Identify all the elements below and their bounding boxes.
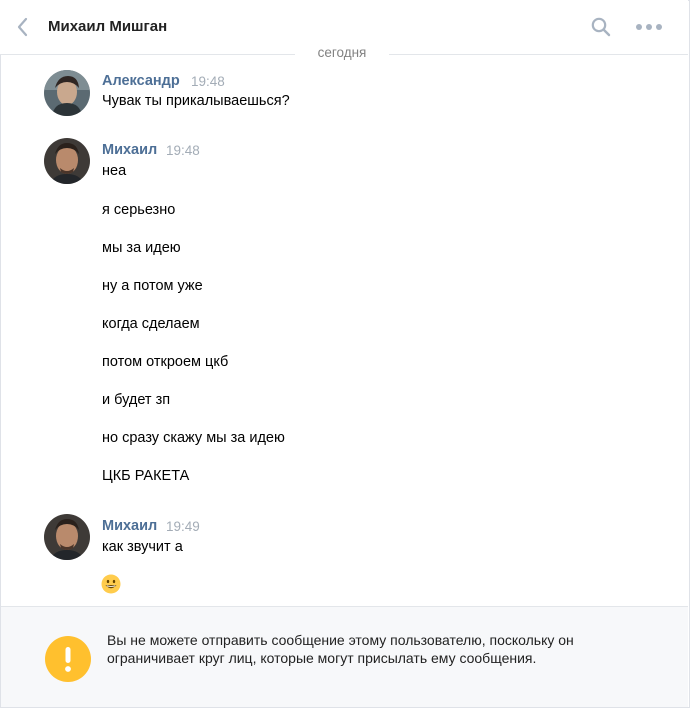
avatar[interactable] bbox=[44, 70, 90, 116]
search-icon[interactable] bbox=[590, 16, 612, 38]
grinning-face-icon bbox=[101, 574, 121, 594]
message-text: потом откроем цкб bbox=[102, 354, 229, 370]
message-text: когда сделаем bbox=[102, 316, 200, 332]
warning-icon bbox=[45, 636, 91, 682]
message-author[interactable]: Михаил bbox=[102, 518, 157, 534]
notice-text: Вы не можете отправить сообщение этому п… bbox=[107, 632, 574, 666]
message-time: 19:49 bbox=[166, 519, 200, 534]
avatar[interactable] bbox=[44, 138, 90, 184]
message-text: как звучит а bbox=[102, 539, 183, 555]
message-text: и будет зп bbox=[102, 392, 171, 408]
message-text: мы за идею bbox=[102, 240, 181, 256]
more-horizontal-icon[interactable] bbox=[634, 18, 664, 36]
message-text: я серьезно bbox=[102, 202, 176, 218]
message-text: Чувак ты прикалываешься? bbox=[102, 93, 290, 109]
message-author[interactable]: Михаил bbox=[102, 142, 157, 158]
message-time: 19:48 bbox=[191, 74, 225, 89]
chevron-left-icon[interactable] bbox=[14, 16, 32, 38]
message-time: 19:48 bbox=[166, 143, 200, 158]
message-text: но сразу скажу мы за идею bbox=[102, 430, 285, 446]
avatar[interactable] bbox=[44, 514, 90, 560]
chat-title[interactable]: Михаил Мишган bbox=[48, 18, 167, 35]
message-text: ЦКБ РАКЕТА bbox=[102, 468, 190, 484]
message-text: неа bbox=[102, 163, 127, 179]
date-separator: сегодня bbox=[295, 45, 389, 65]
restriction-notice: Вы не можете отправить сообщение этому п… bbox=[1, 606, 688, 707]
message-text: ну а потом уже bbox=[102, 278, 203, 294]
message-author[interactable]: Александр bbox=[102, 73, 180, 89]
